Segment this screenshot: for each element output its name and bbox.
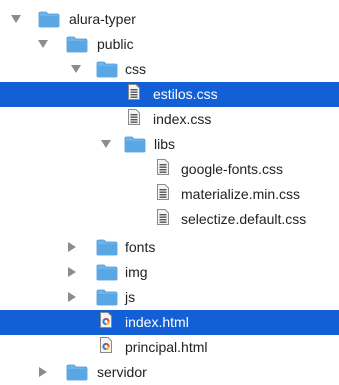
folder-icon <box>66 36 88 53</box>
tree-item-public[interactable]: public <box>0 32 339 57</box>
css-file-icon <box>157 184 169 200</box>
folder-icon <box>96 264 118 281</box>
tree-item-principal-html[interactable]: principal.html <box>0 335 339 360</box>
file-tree: alura-typer public css estilos.css index… <box>0 0 339 385</box>
tree-item-google-fonts-css[interactable]: google-fonts.css <box>0 157 339 182</box>
tree-item-label: servidor <box>97 364 147 380</box>
tree-item-selectize-default-css[interactable]: selectize.default.css <box>0 207 339 232</box>
tree-item-estilos-css[interactable]: estilos.css <box>0 82 339 107</box>
tree-item-label: js <box>125 289 136 305</box>
tree-item-img[interactable]: img <box>0 260 339 285</box>
disclosure-collapsed-icon[interactable] <box>68 292 76 302</box>
tree-item-alura-typer[interactable]: alura-typer <box>0 7 339 32</box>
tree-item-materialize-min-css[interactable]: materialize.min.css <box>0 182 339 207</box>
tree-item-label: estilos.css <box>153 86 218 102</box>
tree-item-label: index.html <box>125 314 189 330</box>
tree-item-js[interactable]: js <box>0 285 339 310</box>
folder-icon <box>38 11 60 28</box>
html-file-icon <box>100 312 112 328</box>
disclosure-expanded-icon[interactable] <box>11 15 21 23</box>
tree-item-index-html[interactable]: index.html <box>0 310 339 335</box>
tree-item-label: public <box>97 36 134 52</box>
tree-item-label: materialize.min.css <box>181 186 301 202</box>
tree-item-label: alura-typer <box>69 11 136 27</box>
css-file-icon <box>128 109 140 125</box>
html-file-icon <box>100 337 112 353</box>
tree-item-label: css <box>125 61 146 77</box>
disclosure-collapsed-icon[interactable] <box>68 242 76 252</box>
folder-icon <box>124 136 146 153</box>
disclosure-expanded-icon[interactable] <box>101 140 111 148</box>
disclosure-expanded-icon[interactable] <box>38 40 48 48</box>
tree-item-fonts[interactable]: fonts <box>0 235 339 260</box>
tree-item-index-css[interactable]: index.css <box>0 107 339 132</box>
css-file-icon <box>157 159 169 175</box>
css-file-icon <box>157 209 169 225</box>
disclosure-collapsed-icon[interactable] <box>39 367 47 377</box>
folder-icon <box>96 289 118 306</box>
disclosure-expanded-icon[interactable] <box>71 65 81 73</box>
folder-icon <box>96 239 118 256</box>
css-file-icon <box>128 84 140 100</box>
tree-item-label: img <box>125 264 148 280</box>
tree-item-label: fonts <box>125 239 156 255</box>
disclosure-collapsed-icon[interactable] <box>68 267 76 277</box>
folder-icon <box>66 364 88 381</box>
tree-item-label: libs <box>154 136 176 152</box>
folder-icon <box>96 61 118 78</box>
tree-item-label: google-fonts.css <box>181 161 283 177</box>
tree-item-servidor[interactable]: servidor <box>0 360 339 385</box>
tree-item-css[interactable]: css <box>0 57 339 82</box>
tree-item-label: index.css <box>153 111 212 127</box>
tree-item-libs[interactable]: libs <box>0 132 339 157</box>
tree-item-label: selectize.default.css <box>181 211 307 227</box>
tree-item-label: principal.html <box>125 339 208 355</box>
